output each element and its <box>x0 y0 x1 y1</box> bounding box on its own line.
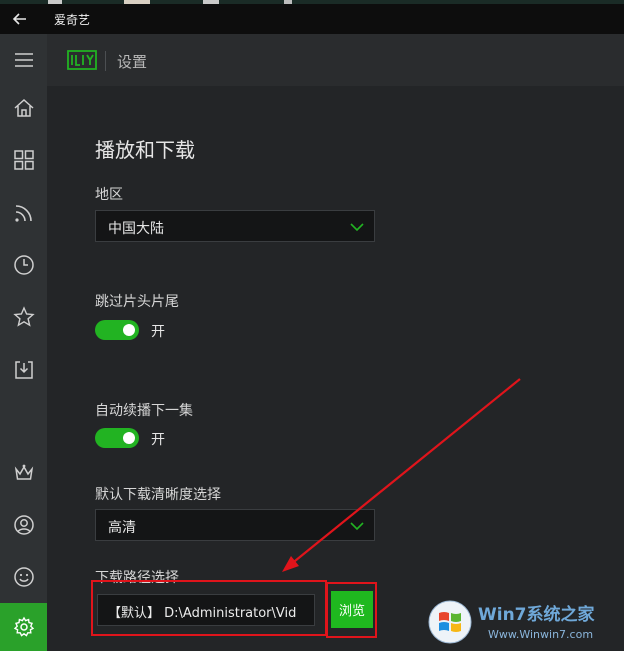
sidebar <box>0 34 47 651</box>
nav-favorites[interactable] <box>0 295 47 339</box>
watermark-url: Www.Winwin7.com <box>488 628 594 641</box>
toggle-knob <box>123 324 135 336</box>
home-icon <box>14 98 33 117</box>
smile-icon <box>13 567 34 587</box>
autoplay-state: 开 <box>151 432 165 448</box>
nav-vip[interactable] <box>0 451 47 495</box>
autoplay-label: 自动续播下一集 <box>95 403 193 419</box>
nav-account[interactable] <box>0 503 47 547</box>
nav-settings[interactable] <box>0 603 47 651</box>
skip-intro-label: 跳过片头片尾 <box>95 294 179 310</box>
section-title: 播放和下载 <box>95 138 195 162</box>
quality-select[interactable]: 高清 <box>95 509 375 541</box>
nav-history[interactable] <box>0 243 47 287</box>
chevron-down-icon <box>350 522 364 531</box>
nav-feedback[interactable] <box>0 555 47 599</box>
region-value: 中国大陆 <box>108 221 164 237</box>
quality-label: 默认下载清晰度选择 <box>95 487 221 503</box>
nav-home[interactable] <box>0 86 47 130</box>
clock-icon <box>13 255 34 275</box>
window-title: 爱奇艺 <box>54 13 91 27</box>
grid-icon <box>13 150 34 170</box>
skip-intro-state: 开 <box>151 324 165 340</box>
watermark: Win7系统之家 Www.Winwin7.com <box>426 594 622 648</box>
gear-icon <box>13 616 34 637</box>
nav-downloads[interactable] <box>0 348 47 392</box>
autoplay-toggle[interactable] <box>95 428 139 448</box>
skip-intro-toggle[interactable] <box>95 320 139 340</box>
quality-value: 高清 <box>108 520 136 536</box>
back-arrow-icon[interactable] <box>10 9 30 29</box>
star-icon <box>12 306 35 327</box>
nav-channels[interactable] <box>0 138 47 182</box>
rss-icon <box>14 205 32 222</box>
crown-icon <box>14 464 33 480</box>
iqiyi-logo-icon <box>67 50 97 70</box>
settings-header: 设置 <box>47 34 624 86</box>
toggle-knob <box>123 432 135 444</box>
menu-icon <box>14 53 33 67</box>
nav-subscriptions[interactable] <box>0 191 47 235</box>
header-separator <box>105 51 106 71</box>
menu-button[interactable] <box>0 38 47 82</box>
user-icon <box>13 515 34 535</box>
chevron-down-icon <box>350 223 364 232</box>
download-icon <box>14 361 33 379</box>
watermark-brand: Win7系统之家 <box>478 605 595 625</box>
region-label: 地区 <box>95 187 123 203</box>
region-select[interactable]: 中国大陆 <box>95 210 375 242</box>
page-title: 设置 <box>117 53 148 71</box>
annotation-box-path <box>91 580 327 636</box>
window-title-bar: 爱奇艺 <box>0 4 624 34</box>
windows-logo-icon <box>428 600 472 644</box>
annotation-box-browse <box>326 582 377 638</box>
